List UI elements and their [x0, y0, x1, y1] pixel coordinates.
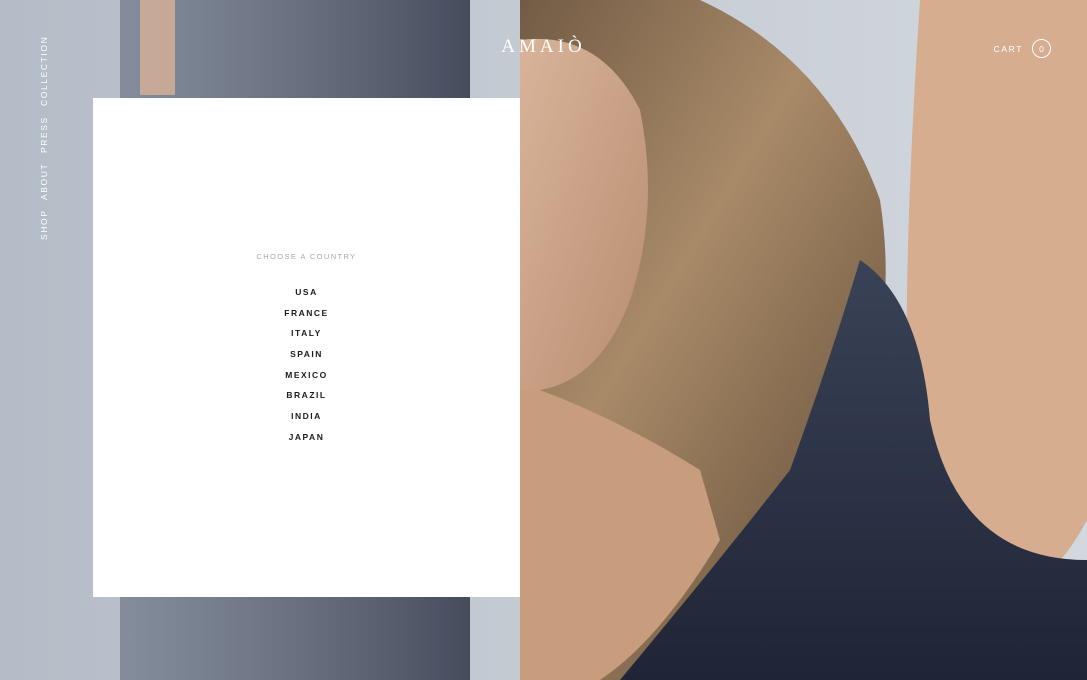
- country-list: USA FRANCE ITALY SPAIN MEXICO BRAZIL IND…: [93, 287, 520, 453]
- brand-logo[interactable]: AMAIÒ: [0, 36, 1087, 58]
- nav-item-shop[interactable]: SHOP: [39, 210, 49, 241]
- country-selector-panel: CHOOSE A COUNTRY USA FRANCE ITALY SPAIN …: [93, 98, 520, 597]
- country-option-japan[interactable]: JAPAN: [93, 432, 520, 453]
- country-option-spain[interactable]: SPAIN: [93, 349, 520, 370]
- country-option-italy[interactable]: ITALY: [93, 328, 520, 349]
- country-option-mexico[interactable]: MEXICO: [93, 370, 520, 391]
- cart-label: CART: [993, 43, 1023, 54]
- page: AMAIÒ COLLECTION PRESS ABOUT SHOP CART 0…: [0, 0, 1087, 680]
- cart-button[interactable]: CART 0: [994, 39, 1051, 58]
- vertical-nav: COLLECTION PRESS ABOUT SHOP: [39, 36, 53, 250]
- country-selector-heading: CHOOSE A COUNTRY: [256, 252, 357, 261]
- nav-item-about[interactable]: ABOUT: [39, 163, 49, 200]
- country-option-france[interactable]: FRANCE: [93, 308, 520, 329]
- nav-item-collection[interactable]: COLLECTION: [39, 36, 49, 106]
- country-option-brazil[interactable]: BRAZIL: [93, 390, 520, 411]
- cart-count-badge: 0: [1032, 39, 1051, 58]
- country-option-usa[interactable]: USA: [93, 287, 520, 308]
- nav-item-press[interactable]: PRESS: [39, 116, 49, 153]
- country-option-india[interactable]: INDIA: [93, 411, 520, 432]
